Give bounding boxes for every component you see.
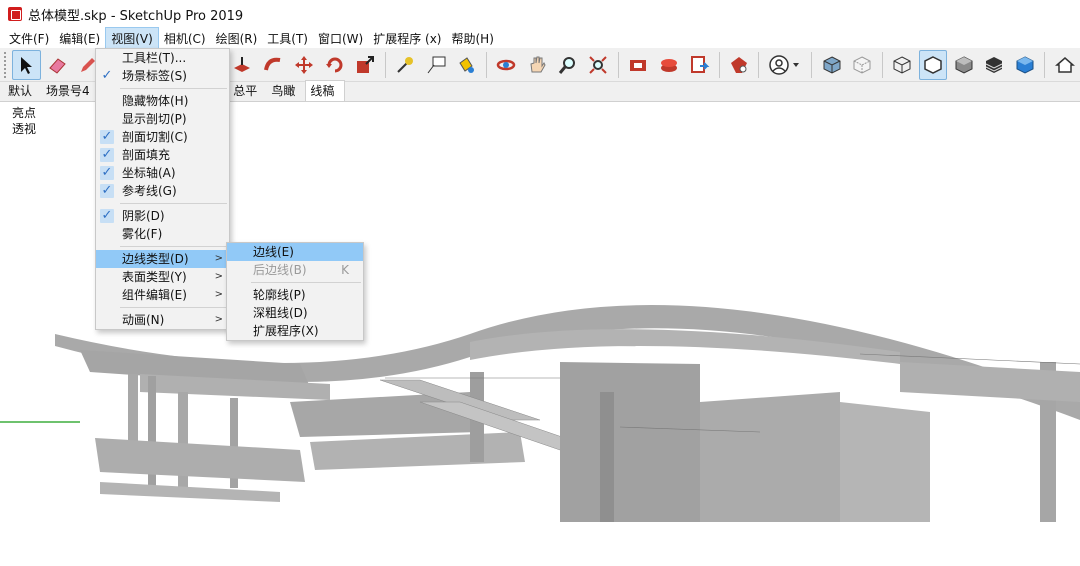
window-title: 总体模型.skp - SketchUp Pro 2019 bbox=[28, 8, 244, 24]
follow-me-icon[interactable] bbox=[259, 50, 288, 80]
menu-item-hidden-geometry[interactable]: 隐藏物体(H) bbox=[96, 92, 229, 110]
back-edges-icon[interactable] bbox=[848, 50, 877, 80]
checkmark-icon: ✓ bbox=[100, 208, 114, 223]
central-column bbox=[600, 392, 614, 522]
view-menu-dropdown: 工具栏(T)... ✓ 场景标签(S) 隐藏物体(H) 显示剖切(P) ✓ 剖面切割… bbox=[95, 48, 230, 330]
menu-tools[interactable]: 工具(T) bbox=[262, 28, 313, 49]
menu-item-guides[interactable]: ✓ 参考线(G) bbox=[96, 182, 229, 200]
paint-bucket-icon[interactable] bbox=[452, 50, 481, 80]
submenu-item-edges[interactable]: 边线(E) bbox=[227, 243, 363, 261]
menu-item-scene-tabs[interactable]: ✓ 场景标签(S) bbox=[96, 67, 229, 85]
menu-separator bbox=[120, 307, 227, 308]
menu-item-face-style[interactable]: 表面类型(Y) > bbox=[96, 268, 229, 286]
hidden-line-icon[interactable] bbox=[918, 49, 948, 80]
scene-tab-default[interactable]: 默认 bbox=[4, 81, 42, 101]
menu-edit[interactable]: 编辑(E) bbox=[54, 28, 105, 49]
submenu-item-profiles[interactable]: 轮廓线(P) bbox=[227, 286, 363, 304]
menu-separator bbox=[120, 203, 227, 204]
lower-slab-left bbox=[95, 438, 305, 482]
menu-view[interactable]: 视图(V) bbox=[105, 26, 159, 50]
menu-separator bbox=[251, 282, 361, 283]
select-icon[interactable] bbox=[11, 49, 41, 80]
menu-draw[interactable]: 绘图(R) bbox=[211, 28, 263, 49]
menu-item-animation[interactable]: 动画(N) > bbox=[96, 311, 229, 329]
wireframe-icon[interactable] bbox=[888, 50, 917, 80]
scene-tab-4[interactable]: 场景号4 bbox=[42, 81, 100, 101]
central-block bbox=[560, 362, 700, 522]
toolbar-separator bbox=[1044, 51, 1046, 78]
eraser-icon[interactable] bbox=[43, 50, 72, 80]
menu-item-axes[interactable]: ✓ 坐标轴(A) bbox=[96, 164, 229, 182]
right-block bbox=[700, 392, 840, 522]
scene-tab-site-plan[interactable]: 总平 bbox=[229, 81, 267, 101]
menu-camera[interactable]: 相机(C) bbox=[159, 28, 211, 49]
rotate-icon[interactable] bbox=[320, 50, 349, 80]
menu-item-component-edit[interactable]: 组件编辑(E) > bbox=[96, 286, 229, 304]
menu-file[interactable]: 文件(F) bbox=[4, 28, 54, 49]
menu-item-toolbars[interactable]: 工具栏(T)... bbox=[96, 49, 229, 67]
menu-help[interactable]: 帮助(H) bbox=[446, 28, 498, 49]
toolbar-grip[interactable] bbox=[4, 51, 8, 78]
zoom-extents-icon[interactable] bbox=[584, 50, 613, 80]
house-icon[interactable] bbox=[1050, 50, 1079, 80]
menu-item-fog[interactable]: 雾化(F) bbox=[96, 225, 229, 243]
submenu-arrow-icon: > bbox=[214, 289, 223, 300]
toolbar-separator bbox=[758, 51, 760, 78]
scale-icon[interactable] bbox=[351, 50, 380, 80]
submenu-item-extension[interactable]: 扩展程序(X) bbox=[227, 322, 363, 340]
layout-icon[interactable] bbox=[685, 50, 714, 80]
submenu-arrow-icon: > bbox=[214, 253, 223, 264]
tape-measure-icon[interactable] bbox=[391, 50, 420, 80]
toolbar-separator bbox=[485, 51, 487, 78]
menu-item-section-cuts[interactable]: ✓ 剖面切割(C) bbox=[96, 128, 229, 146]
mid-slab bbox=[310, 432, 525, 470]
toolbar-separator bbox=[811, 51, 813, 78]
checkmark-icon: ✓ bbox=[101, 68, 113, 83]
shaded-textures-icon[interactable] bbox=[980, 50, 1009, 80]
monochrome-icon[interactable] bbox=[1011, 50, 1040, 80]
sketchup-app-icon bbox=[8, 7, 22, 21]
toolbar-separator bbox=[881, 51, 883, 78]
push-pull-icon[interactable] bbox=[228, 50, 257, 80]
edge-style-submenu: 边线(E) 后边线(B) K 轮廓线(P) 深粗线(D) 扩展程序(X) bbox=[226, 242, 364, 341]
menu-item-section-planes[interactable]: 显示剖切(P) bbox=[96, 110, 229, 128]
menu-extensions[interactable]: 扩展程序 (x) bbox=[368, 28, 446, 49]
menu-window[interactable]: 窗口(W) bbox=[313, 28, 368, 49]
user-account-icon[interactable] bbox=[764, 50, 806, 80]
move-icon[interactable] bbox=[290, 50, 319, 80]
checkmark-icon: ✓ bbox=[100, 165, 114, 180]
title-bar: 总体模型.skp - SketchUp Pro 2019 bbox=[0, 0, 1080, 28]
checkmark-icon: ✓ bbox=[100, 147, 114, 162]
menu-bar: 文件(F) 编辑(E) 视图(V) 相机(C) 绘图(R) 工具(T) 窗口(W… bbox=[0, 26, 1080, 50]
submenu-arrow-icon: > bbox=[214, 314, 223, 325]
checkmark-icon: ✓ bbox=[100, 129, 114, 144]
zoom-icon[interactable] bbox=[553, 50, 582, 80]
lower-slab-left-2 bbox=[100, 482, 280, 502]
orbit-icon[interactable] bbox=[492, 50, 521, 80]
extension-manager-icon[interactable] bbox=[725, 50, 754, 80]
menu-separator bbox=[120, 246, 227, 247]
extension-warehouse-icon[interactable] bbox=[654, 50, 683, 80]
menu-item-edge-style[interactable]: 边线类型(D) > bbox=[96, 250, 229, 268]
far-right-block bbox=[840, 402, 930, 522]
column-3 bbox=[178, 392, 188, 492]
checkmark-icon: ✓ bbox=[100, 183, 114, 198]
warehouse-icon[interactable] bbox=[624, 50, 653, 80]
submenu-arrow-icon: > bbox=[214, 271, 223, 282]
toolbar-separator bbox=[384, 51, 386, 78]
menu-item-section-fill[interactable]: ✓ 剖面填充 bbox=[96, 146, 229, 164]
shaded-icon[interactable] bbox=[949, 50, 978, 80]
pan-icon[interactable] bbox=[522, 50, 551, 80]
shortcut-label: K bbox=[341, 263, 349, 277]
toolbar-separator bbox=[617, 51, 619, 78]
submenu-item-depth-cue[interactable]: 深粗线(D) bbox=[227, 304, 363, 322]
toolbar-separator bbox=[718, 51, 720, 78]
text-icon[interactable] bbox=[421, 50, 450, 80]
submenu-item-back-edges: 后边线(B) K bbox=[253, 263, 349, 277]
scene-tab-linework[interactable]: 线稿 bbox=[305, 80, 346, 101]
scene-tab-aerial[interactable]: 鸟瞰 bbox=[267, 81, 305, 101]
menu-separator bbox=[120, 88, 227, 89]
menu-item-shadows[interactable]: ✓ 阴影(D) bbox=[96, 207, 229, 225]
xray-icon[interactable] bbox=[817, 50, 846, 80]
